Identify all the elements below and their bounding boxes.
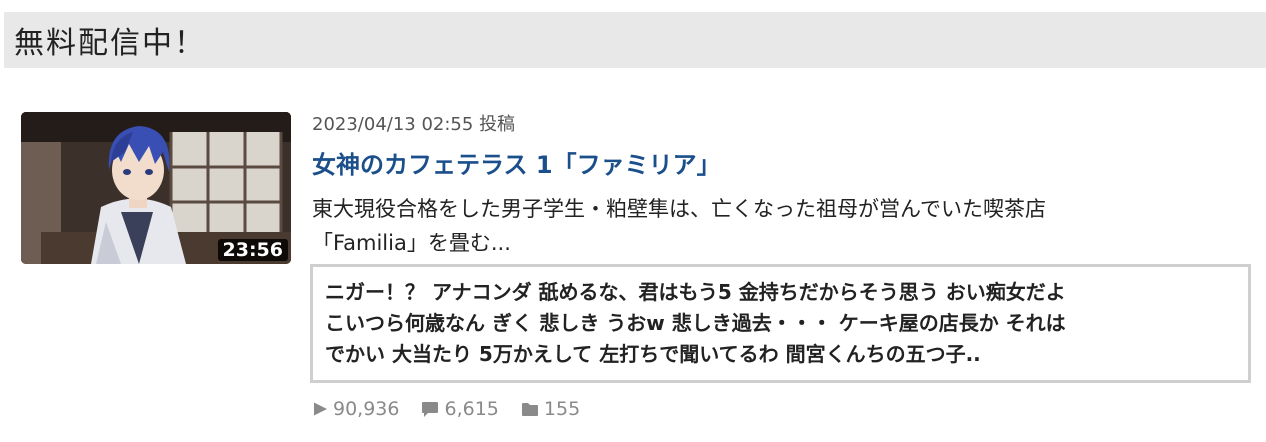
view-count: 90,936 [312, 398, 399, 420]
latest-comments-box: ニガー！？ アナコンダ 舐めるな、君はもう5 金持ちだからそう思う おい痴女だよ… [310, 264, 1251, 383]
mylist-count: 155 [521, 398, 580, 420]
post-date: 2023/04/13 02:55 投稿 [312, 114, 516, 135]
comments-line: こいつら何歳なん ぎく 悲しき うおw 悲しき過去・・・ ケーキ屋の店長か それ… [325, 311, 1066, 335]
folder-icon [521, 402, 538, 416]
view-count-value: 90,936 [333, 398, 400, 420]
comment-count-value: 6,615 [444, 398, 499, 420]
video-stats: 90,936 6,615 155 [312, 396, 602, 422]
video-thumbnail[interactable]: 23:56 [21, 112, 291, 264]
play-icon [314, 402, 327, 416]
comments-line: ニガー！？ アナコンダ 舐めるな、君はもう5 金持ちだからそう思う おい痴女だよ [325, 280, 1066, 304]
description-line: 東大現役合格をした男子学生・粕壁隼は、亡くなった祖母が営んでいた喫茶店 [312, 197, 1046, 221]
video-item: 23:56 2023/04/13 02:55 投稿 女神のカフェテラス 1「ファ… [0, 0, 1266, 442]
mylist-count-value: 155 [543, 398, 581, 420]
description-line: 「Familia」を畳む... [312, 231, 511, 255]
video-title-link[interactable]: 女神のカフェテラス 1「ファミリア」 [312, 145, 721, 180]
comment-count: 6,615 [421, 398, 499, 420]
video-description: 東大現役合格をした男子学生・粕壁隼は、亡くなった祖母が営んでいた喫茶店 「Fam… [312, 192, 1242, 260]
comments-line: でかい 大当たり 5万かえして 左打ちで聞いてるわ 間宮くんちの五つ子.. [325, 342, 981, 366]
comment-bubble-icon [422, 401, 439, 417]
video-duration: 23:56 [217, 239, 288, 261]
